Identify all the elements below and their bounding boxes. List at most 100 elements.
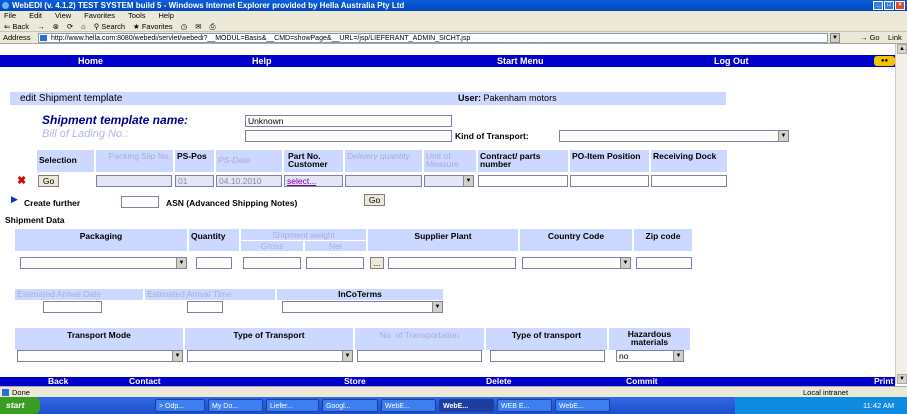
page-content: edit Shipment template User: Pakenham mo… bbox=[0, 67, 895, 377]
chevron-down-icon: ▼ bbox=[172, 351, 182, 361]
status-bar: Done Local intranet bbox=[0, 386, 907, 397]
gross-weight-input[interactable] bbox=[243, 257, 301, 269]
template-name-input[interactable]: Unknown bbox=[245, 115, 452, 127]
type-of-transport-select[interactable]: ▼ bbox=[187, 350, 353, 362]
search-button[interactable]: ⚲ Search bbox=[94, 21, 125, 31]
forward-button[interactable]: → bbox=[37, 21, 45, 31]
supplier-plant-input[interactable] bbox=[388, 257, 516, 269]
start-button[interactable]: start bbox=[0, 397, 40, 414]
taskbar-item[interactable]: Liefer... bbox=[266, 399, 319, 412]
window-title: WebEDI (v. 4.1.2) TEST SYSTEM build 5 - … bbox=[12, 1, 405, 10]
taskbar-item-active[interactable]: WebE... bbox=[439, 399, 494, 412]
row-go-button[interactable]: Go bbox=[38, 175, 59, 187]
contract-parts-input[interactable] bbox=[478, 175, 568, 187]
country-code-select[interactable]: ▼ bbox=[522, 257, 631, 269]
vertical-scrollbar[interactable]: ▲ ▼ bbox=[895, 44, 907, 384]
scroll-down-icon[interactable]: ▼ bbox=[897, 374, 907, 384]
chevron-down-icon: ▼ bbox=[176, 258, 186, 268]
page-title-bar: edit Shipment template User: Pakenham mo… bbox=[10, 92, 726, 105]
taskbar-item[interactable]: WebE... bbox=[381, 399, 436, 412]
quantity-input[interactable] bbox=[196, 257, 232, 269]
user-info: User: Pakenham motors bbox=[458, 93, 557, 103]
nav-help[interactable]: Help bbox=[252, 55, 272, 67]
address-input[interactable]: http://www.hella.com:8080/webedi/servlet… bbox=[38, 33, 828, 43]
menu-file[interactable]: File bbox=[4, 11, 16, 21]
menu-bar: File Edit View Favorites Tools Help bbox=[0, 11, 907, 21]
print-icon[interactable]: ⎙ bbox=[210, 21, 216, 31]
nav-start-menu[interactable]: Start Menu bbox=[497, 55, 544, 67]
stop-icon[interactable]: ⊗ bbox=[53, 21, 59, 31]
unit-of-measure-select[interactable]: ▼ bbox=[424, 175, 474, 187]
arrival-time-input[interactable] bbox=[187, 301, 223, 313]
links-button[interactable]: Link bbox=[888, 32, 902, 44]
ie-icon bbox=[2, 2, 9, 9]
po-item-input[interactable] bbox=[570, 175, 649, 187]
mail-icon[interactable]: ✉ bbox=[195, 21, 201, 31]
col-type-transport-lower: Type of transport bbox=[486, 328, 607, 350]
maximize-button[interactable]: □ bbox=[884, 1, 894, 10]
arrival-date-input[interactable] bbox=[43, 301, 102, 313]
minimize-button[interactable]: _ bbox=[873, 1, 883, 10]
nav-back[interactable]: Back bbox=[48, 377, 68, 386]
commit-button[interactable]: Commit bbox=[626, 377, 658, 386]
delete-button[interactable]: Delete bbox=[486, 377, 512, 386]
refresh-icon[interactable]: ⟳ bbox=[67, 21, 73, 31]
nav-logout[interactable]: Log Out bbox=[714, 55, 749, 67]
bottom-nav: Back Contact Store Delete Commit Print bbox=[0, 377, 895, 386]
favorites-button[interactable]: ★ Favorites bbox=[133, 21, 173, 31]
col-supplier-plant: Supplier Plant bbox=[368, 229, 518, 251]
top-nav: Home Help Start Menu Log Out ●● bbox=[0, 55, 895, 67]
chevron-down-icon: ▼ bbox=[673, 351, 683, 361]
type-transport-input[interactable] bbox=[490, 350, 605, 362]
menu-view[interactable]: View bbox=[55, 11, 71, 21]
history-icon[interactable]: ◷ bbox=[181, 21, 188, 31]
menu-favorites[interactable]: Favorites bbox=[84, 11, 115, 21]
taskbar-item[interactable]: My Do... bbox=[208, 399, 263, 412]
home-icon[interactable]: ⌂ bbox=[81, 21, 86, 31]
nav-contact[interactable]: Contact bbox=[129, 377, 161, 386]
incoterms-select[interactable]: ▼ bbox=[282, 301, 443, 313]
taskbar-item[interactable]: WebE... bbox=[555, 399, 610, 412]
col-packing-slip: Packing Slip No. bbox=[96, 150, 173, 172]
col-net: Net bbox=[305, 241, 366, 251]
delete-row-icon[interactable]: ✖ bbox=[17, 174, 26, 187]
transport-mode-select[interactable]: ▼ bbox=[17, 350, 183, 362]
taskbar-item[interactable]: > Odp... bbox=[155, 399, 205, 412]
col-zip-code: Zip code bbox=[634, 229, 692, 251]
create-further-go-button[interactable]: Go bbox=[364, 194, 385, 206]
part-select-link[interactable]: select... bbox=[284, 175, 343, 187]
col-receiving-dock: Receiving Dock bbox=[651, 150, 727, 172]
taskbar-item[interactable]: Googl... bbox=[322, 399, 378, 412]
close-button[interactable]: × bbox=[895, 1, 905, 10]
address-go-button[interactable]: → Go bbox=[860, 32, 880, 44]
print-button[interactable]: Print bbox=[874, 377, 893, 386]
chevron-down-icon: ▼ bbox=[778, 131, 788, 141]
page-title: edit Shipment template bbox=[20, 93, 123, 104]
ps-date-input[interactable]: 04.10.2010 bbox=[216, 175, 282, 187]
no-of-transportation-input[interactable] bbox=[357, 350, 482, 362]
delivery-qty-input[interactable] bbox=[345, 175, 422, 187]
menu-help[interactable]: Help bbox=[159, 11, 174, 21]
kind-of-transport-select[interactable]: ▼ bbox=[559, 130, 789, 142]
ps-pos-input[interactable]: 01 bbox=[175, 175, 214, 187]
store-button[interactable]: Store bbox=[344, 377, 366, 386]
packing-slip-input[interactable] bbox=[96, 175, 172, 187]
menu-tools[interactable]: Tools bbox=[128, 11, 146, 21]
taskbar-item[interactable]: WEB E... bbox=[497, 399, 552, 412]
menu-edit[interactable]: Edit bbox=[29, 11, 42, 21]
packaging-select[interactable]: ▼ bbox=[20, 257, 187, 269]
create-further-input[interactable] bbox=[121, 196, 159, 208]
zip-code-input[interactable] bbox=[636, 257, 692, 269]
scroll-up-icon[interactable]: ▲ bbox=[897, 44, 907, 54]
supplier-plant-lookup-button[interactable]: ... bbox=[370, 257, 384, 269]
address-dropdown-icon[interactable]: ▼ bbox=[830, 33, 840, 43]
browser-toolbar: ⇐ Back → ⊗ ⟳ ⌂ ⚲ Search ★ Favorites ◷ ✉ … bbox=[0, 21, 907, 32]
hazardous-select[interactable]: no ▼ bbox=[616, 350, 684, 362]
nav-home[interactable]: Home bbox=[78, 55, 103, 67]
col-transport-mode: Transport Mode bbox=[15, 328, 183, 350]
net-weight-input[interactable] bbox=[306, 257, 364, 269]
back-button[interactable]: ⇐ Back bbox=[4, 21, 29, 31]
shipment-data-title: Shipment Data bbox=[5, 215, 65, 225]
receiving-dock-input[interactable] bbox=[651, 175, 727, 187]
bill-of-lading-input[interactable] bbox=[245, 130, 452, 142]
